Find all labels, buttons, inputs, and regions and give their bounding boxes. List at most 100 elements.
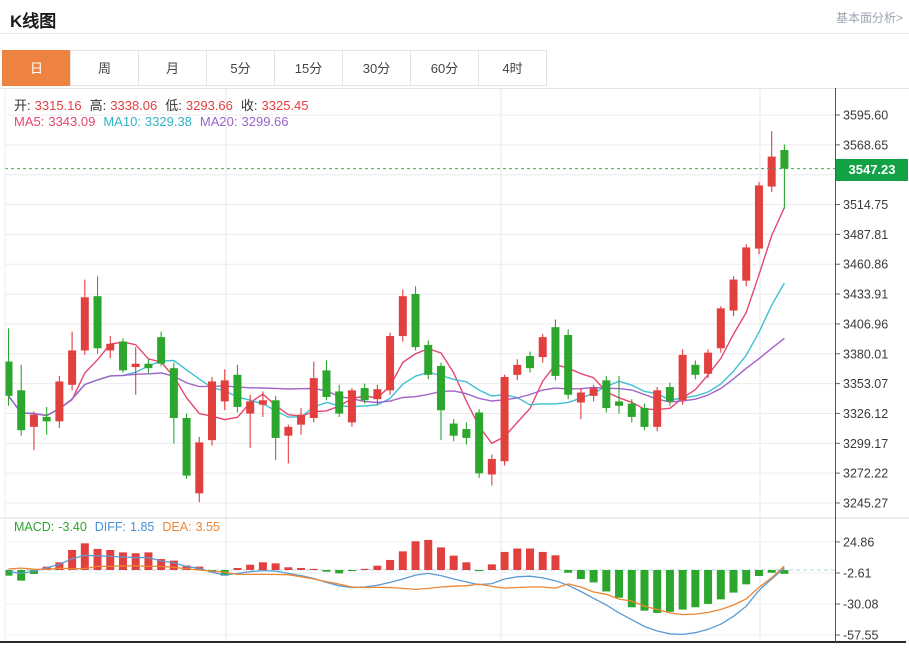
candle xyxy=(221,369,229,410)
macd-bar xyxy=(564,570,572,573)
tab-month[interactable]: 月 xyxy=(138,50,207,86)
candle xyxy=(653,387,661,431)
page-title: K线图 xyxy=(10,7,56,32)
candle xyxy=(717,306,725,353)
macd-bar xyxy=(526,549,534,570)
candle xyxy=(513,359,521,380)
candle xyxy=(297,408,305,435)
candle xyxy=(501,375,509,466)
price-tick-label: 3514.75 xyxy=(843,198,888,212)
candle xyxy=(679,349,687,404)
fundamental-analysis-link[interactable]: 基本面分析> xyxy=(836,9,903,26)
candle xyxy=(475,409,483,478)
macd-bar xyxy=(297,568,305,570)
candle xyxy=(628,399,636,422)
candle xyxy=(17,365,25,436)
macd-bar xyxy=(5,570,13,576)
macd-bar xyxy=(233,568,241,570)
candle xyxy=(551,319,559,380)
candle xyxy=(43,407,51,435)
macd-bar xyxy=(501,552,509,570)
candle xyxy=(412,286,420,350)
tab-5min[interactable]: 5分 xyxy=(206,50,275,86)
macd-bar xyxy=(602,570,610,591)
candle xyxy=(68,332,76,391)
price-tick-label: 3595.60 xyxy=(843,109,888,123)
candle xyxy=(742,244,750,286)
candle xyxy=(335,385,343,417)
current-price-tag: 3547.23 xyxy=(836,159,908,181)
candle xyxy=(55,376,63,428)
macd-bar xyxy=(246,565,254,570)
macd-bar xyxy=(259,562,267,570)
macd-bar xyxy=(730,570,738,593)
macd-bar xyxy=(132,553,140,570)
macd-bar xyxy=(348,570,356,571)
candle xyxy=(577,388,585,419)
price-tick-label: 3326.12 xyxy=(843,407,888,421)
tab-30min[interactable]: 30分 xyxy=(342,50,411,86)
macd-bar xyxy=(653,570,661,613)
macd-tick-label: -57.55 xyxy=(843,629,878,643)
macd-bar xyxy=(551,555,559,570)
price-tick-label: 3353.07 xyxy=(843,377,888,391)
macd-bar xyxy=(488,564,496,570)
macd-bar xyxy=(704,570,712,604)
candle xyxy=(602,376,610,413)
macd-bar xyxy=(755,570,763,576)
macd-bar xyxy=(412,541,420,570)
tab-week[interactable]: 周 xyxy=(70,50,139,86)
candle xyxy=(768,131,776,192)
candle xyxy=(755,182,763,254)
macd-bar xyxy=(119,552,127,570)
price-tick-label: 3245.27 xyxy=(843,496,888,510)
macd-bar xyxy=(386,560,394,570)
candle xyxy=(526,352,534,373)
price-tick-label: 3272.22 xyxy=(843,467,888,481)
macd-bar xyxy=(310,569,318,570)
chart-canvas: 3595.603568.653541.703514.753487.813460.… xyxy=(0,88,909,649)
macd-bar xyxy=(462,562,470,570)
candle xyxy=(348,388,356,427)
tab-4hour[interactable]: 4时 xyxy=(478,50,547,86)
price-tick-label: 3380.01 xyxy=(843,347,888,361)
macd-bar xyxy=(768,570,776,573)
macd-tick-label: 24.86 xyxy=(843,535,874,549)
tab-15min[interactable]: 15分 xyxy=(274,50,343,86)
interval-tabbar: 日周月5分15分30分60分4时 xyxy=(3,50,547,86)
tab-day[interactable]: 日 xyxy=(2,50,71,86)
candle xyxy=(106,336,114,358)
macd-bar xyxy=(399,551,407,570)
price-tick-label: 3406.96 xyxy=(843,317,888,331)
candle xyxy=(488,455,496,486)
tab-60min[interactable]: 60分 xyxy=(410,50,479,86)
candle xyxy=(94,276,102,354)
macd-bar xyxy=(679,570,687,610)
kline-app: K线图 基本面分析> 日周月5分15分30分60分4时 开:3315.16高:3… xyxy=(0,0,909,649)
price-tick-label: 3433.91 xyxy=(843,288,888,302)
candle xyxy=(780,144,788,208)
macd-bar xyxy=(322,570,330,572)
candle xyxy=(322,360,330,400)
price-tick-label: 3460.86 xyxy=(843,258,888,272)
macd-bar xyxy=(615,570,623,598)
candle xyxy=(310,362,318,423)
macd-tick-label: -2.61 xyxy=(843,566,872,580)
candle xyxy=(564,329,572,399)
candle xyxy=(284,425,292,464)
macd-bar xyxy=(144,552,152,570)
kline-chart[interactable]: 3595.603568.653541.703514.753487.813460.… xyxy=(0,88,909,649)
macd-bar xyxy=(513,549,521,570)
macd-bar xyxy=(361,569,369,570)
candle xyxy=(437,363,445,441)
macd-bar xyxy=(717,570,725,599)
macd-bar xyxy=(475,570,483,571)
candle xyxy=(170,363,178,444)
candle xyxy=(183,414,191,479)
candle xyxy=(399,290,407,342)
ma5-line xyxy=(9,208,785,444)
price-tick-label: 3299.17 xyxy=(843,437,888,451)
candle xyxy=(246,395,254,448)
macd-bar xyxy=(272,563,280,570)
macd-bar xyxy=(373,566,381,570)
